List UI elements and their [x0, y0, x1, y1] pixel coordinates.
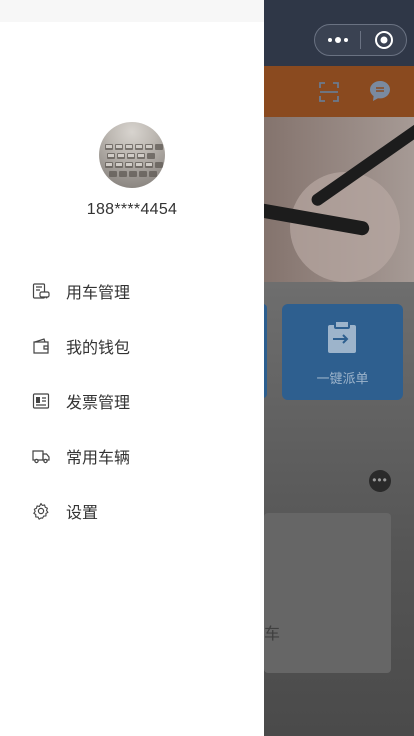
gear-icon — [32, 502, 50, 520]
background-panel-text: 车 — [264, 626, 281, 643]
truck-icon — [32, 447, 50, 465]
dispatch-card: 一键派单 — [282, 304, 403, 400]
scan-icon — [319, 82, 339, 102]
capsule-close-button[interactable] — [361, 25, 406, 55]
menu-item-wallet[interactable]: 我的钱包 — [0, 318, 264, 373]
user-phone: 188****4454 — [86, 201, 178, 218]
drawer-menu: 用车管理 我的钱包 发票管理 常用车辆 设置 — [0, 263, 264, 538]
side-drawer: 188****4454 用车管理 我的钱包 发票管理 常用车辆 设置 — [0, 0, 264, 736]
miniprogram-capsule — [314, 24, 407, 56]
more-dots-icon: ••• — [369, 470, 391, 492]
message-icon — [370, 81, 390, 101]
drawer-status-area — [0, 0, 264, 22]
dispatch-card-label: 一键派单 — [316, 371, 369, 386]
keyboard-photo — [105, 144, 163, 177]
menu-item-settings[interactable]: 设置 — [0, 483, 264, 538]
target-close-icon — [374, 31, 393, 49]
car-manage-icon — [32, 282, 50, 300]
menu-item-invoice[interactable]: 发票管理 — [0, 373, 264, 428]
wallet-icon — [32, 337, 50, 355]
menu-item-label: 发票管理 — [66, 394, 131, 412]
menu-item-label: 设置 — [66, 504, 99, 522]
menu-item-car-management[interactable]: 用车管理 — [0, 263, 264, 318]
capsule-more-button[interactable] — [315, 25, 360, 55]
avatar[interactable] — [99, 122, 165, 188]
background-panel — [264, 513, 391, 673]
clipboard-arrow-icon — [328, 320, 356, 353]
invoice-icon — [32, 392, 50, 410]
menu-item-label: 我的钱包 — [66, 339, 131, 357]
menu-item-label: 常用车辆 — [66, 449, 131, 467]
menu-item-common-vehicles[interactable]: 常用车辆 — [0, 428, 264, 483]
menu-item-label: 用车管理 — [66, 284, 131, 302]
